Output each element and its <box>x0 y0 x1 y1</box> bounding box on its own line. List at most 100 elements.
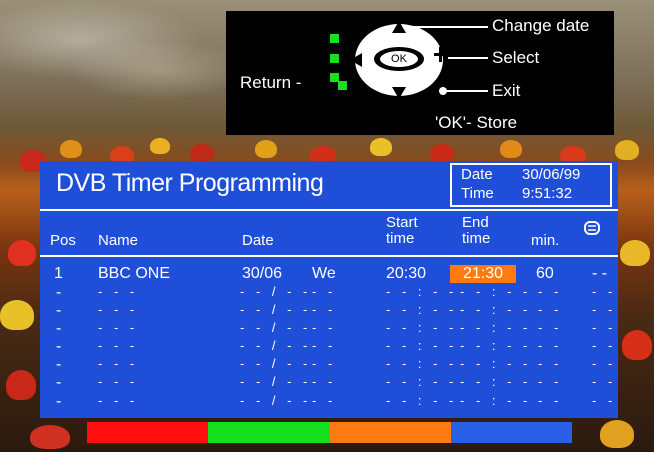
row-extra: - - <box>592 265 608 282</box>
row-date: - - / - - <box>240 393 312 408</box>
table-row[interactable]: - - - - - - / - - - - - - : - - - - : - … <box>40 284 618 301</box>
change-date-label: Change date <box>492 16 590 35</box>
row-name: - - - <box>98 284 139 299</box>
col-start-header-line2: time <box>386 230 415 247</box>
row-date: - - / - - <box>240 356 312 371</box>
col-min-header: min. <box>531 232 560 249</box>
row-end: - - : - - <box>460 356 532 371</box>
table-row[interactable]: - - - - - - / - - - - - - : - - - - : - … <box>40 374 618 391</box>
date-time-box: Date 30/06/99 Time 9:51:32 <box>450 163 612 207</box>
header-divider <box>40 209 618 211</box>
row-pos: - <box>56 284 62 301</box>
timer-programming-panel: DVB Timer Programming Date 30/06/99 Time… <box>40 161 618 418</box>
row-day: - - <box>312 320 337 335</box>
row-min: - - <box>538 302 563 317</box>
row-name: BBC ONE <box>98 265 171 282</box>
time-value: 9:51:32 <box>522 185 573 202</box>
ok-store-label: 'OK'- Store <box>435 113 518 132</box>
table-row[interactable]: - - - - - - / - - - - - - : - - - - : - … <box>40 393 618 410</box>
blue-key-button[interactable] <box>450 422 572 443</box>
red-key-button[interactable] <box>87 422 209 443</box>
col-end-header-line1: End <box>462 214 489 231</box>
row-min: - - <box>538 320 563 335</box>
row-day: - - <box>312 393 337 408</box>
row-min: - - <box>538 284 563 299</box>
row-pos: - <box>56 356 62 373</box>
select-label: Select <box>492 48 540 67</box>
table-row[interactable]: 1 BBC ONE 30/06 We 20:30 21:30 60 - - <box>40 265 618 283</box>
exit-label: Exit <box>492 81 521 100</box>
row-min: - - <box>538 338 563 353</box>
row-end: - - : - - <box>460 393 532 408</box>
row-day: - - <box>312 356 337 371</box>
row-name: - - - <box>98 320 139 335</box>
remote-help-panel: OK Change date Select Exit Return - 'OK'… <box>226 11 614 135</box>
change-date-line <box>408 26 488 28</box>
row-end: - - : - - <box>460 302 532 317</box>
row-pos: - <box>56 320 62 337</box>
row-end-highlighted[interactable]: 21:30 <box>450 265 516 283</box>
row-extra: - - <box>592 356 617 371</box>
row-start: - - : - - <box>386 338 458 353</box>
row-pos: - <box>56 338 62 355</box>
return-label: Return - <box>240 73 302 92</box>
green-indicator <box>330 34 339 43</box>
row-date: - - / - - <box>240 320 312 335</box>
row-extra: - - <box>592 284 617 299</box>
row-min: - - <box>538 374 563 389</box>
green-key-button[interactable] <box>208 422 330 443</box>
exit-line <box>444 90 488 92</box>
row-min: 60 <box>536 265 554 282</box>
row-date: - - / - - <box>240 284 312 299</box>
green-indicator <box>330 54 339 63</box>
row-start: 20:30 <box>386 265 427 282</box>
teletext-icon <box>584 221 600 235</box>
row-name: - - - <box>98 393 139 408</box>
row-day: - - <box>312 338 337 353</box>
row-start: - - : - - <box>386 356 458 371</box>
table-row[interactable]: - - - - - - / - - - - - - : - - - - : - … <box>40 356 618 373</box>
row-pos: 1 <box>54 265 63 282</box>
row-date: 30/06 <box>242 265 283 282</box>
color-key-bar <box>87 422 572 443</box>
time-label: Time <box>461 185 494 202</box>
row-extra: - - <box>592 320 617 335</box>
page-title: DVB Timer Programming <box>56 169 324 197</box>
table-row[interactable]: - - - - - - / - - - - - - : - - - - : - … <box>40 338 618 355</box>
row-extra: - - <box>592 338 617 353</box>
col-end-header-line2: time <box>462 230 491 247</box>
select-line <box>448 57 488 59</box>
row-pos: - <box>56 374 62 391</box>
col-start-header-line1: Start <box>386 214 418 231</box>
ok-label: OK <box>380 51 418 67</box>
column-header-divider <box>40 255 618 257</box>
row-day: We <box>312 265 336 282</box>
row-end: - - : - - <box>460 338 532 353</box>
row-name: - - - <box>98 338 139 353</box>
row-end: - - : - - <box>460 284 532 299</box>
table-row[interactable]: - - - - - - / - - - - - - : - - - - : - … <box>40 302 618 319</box>
table-row[interactable]: - - - - - - / - - - - - - : - - - - : - … <box>40 320 618 337</box>
row-name: - - - <box>98 302 139 317</box>
row-start: - - : - - <box>386 320 458 335</box>
row-extra: - - <box>592 393 617 408</box>
row-min: - - <box>538 393 563 408</box>
row-start: - - : - - <box>386 393 458 408</box>
yellow-key-button[interactable] <box>329 422 451 443</box>
row-extra: - - <box>592 374 617 389</box>
row-end: - - : - - <box>460 320 532 335</box>
row-name: - - - <box>98 356 139 371</box>
row-start: - - : - - <box>386 284 458 299</box>
row-name: - - - <box>98 374 139 389</box>
row-day: - - <box>312 374 337 389</box>
row-day: - - <box>312 284 337 299</box>
row-start: - - : - - <box>386 374 458 389</box>
row-date: - - / - - <box>240 302 312 317</box>
col-name-header: Name <box>98 232 139 249</box>
row-extra: - - <box>592 302 617 317</box>
row-pos: - <box>56 393 62 410</box>
ok-button[interactable]: OK <box>374 47 424 71</box>
row-start: - - : - - <box>386 302 458 317</box>
col-date-header: Date <box>242 232 274 249</box>
row-date: - - / - - <box>240 374 312 389</box>
